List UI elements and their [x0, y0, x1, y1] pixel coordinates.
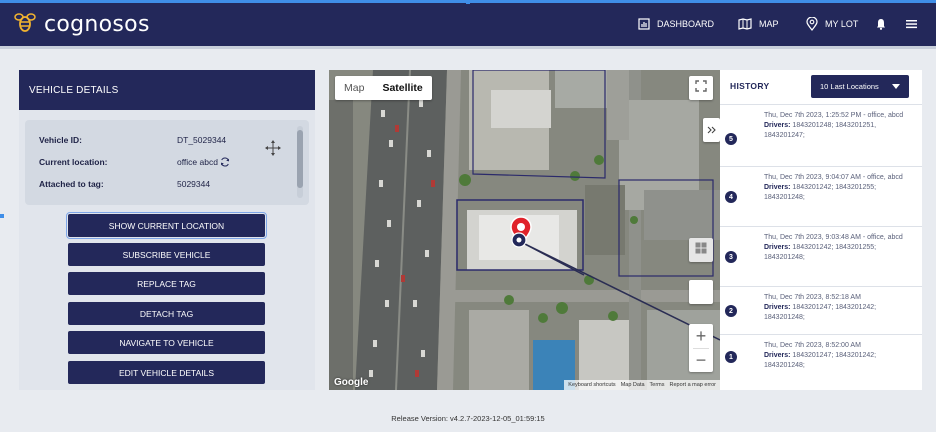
selection-handle-left	[0, 214, 4, 218]
brand-name: cognosos	[44, 11, 150, 37]
nav-map-label: MAP	[759, 19, 779, 29]
street-view-button[interactable]	[689, 280, 713, 304]
move-icon	[265, 140, 281, 161]
detach-tag-button[interactable]: DETACH TAG	[68, 302, 265, 325]
history-item[interactable]: 2 Thu, Dec 7th 2023, 8:52:18 AM Drivers:…	[720, 286, 922, 334]
satellite-map[interactable]: Map Satellite + − Google Keyboard shortc…	[329, 70, 720, 390]
history-item-text: Thu, Dec 7th 2023, 9:03:48 AM - office, …	[764, 233, 916, 263]
nav-my-lot[interactable]: MY LOT	[806, 13, 858, 35]
fullscreen-button[interactable]	[689, 76, 713, 100]
nav-map[interactable]: MAP	[738, 13, 779, 35]
map-icon	[738, 18, 752, 30]
nav-my-lot-label: MY LOT	[825, 19, 859, 29]
history-item-number: 2	[725, 305, 737, 317]
header-divider	[0, 46, 936, 49]
vehicle-details-title: VEHICLE DETAILS	[19, 70, 315, 110]
chevron-down-icon	[892, 84, 900, 89]
history-item-text: Thu, Dec 7th 2023, 9:04:07 AM - office, …	[764, 173, 916, 203]
details-scrollbar[interactable]	[297, 126, 303, 198]
release-version: Release Version: v4.2.7-2023-12-05_01:59…	[391, 414, 545, 423]
history-item-time: Thu, Dec 7th 2023, 8:52:18 AM	[764, 294, 861, 301]
detail-label: Vehicle ID:	[39, 135, 82, 145]
map-type-satellite[interactable]: Satellite	[373, 76, 431, 100]
history-drivers-label: Drivers:	[764, 184, 791, 191]
history-header: HISTORY 10 Last Locations	[720, 70, 922, 104]
history-range-dropdown[interactable]: 10 Last Locations	[811, 75, 909, 98]
layers-grid-icon	[695, 241, 707, 259]
hamburger-menu-icon	[906, 19, 917, 29]
history-item[interactable]: 5 Thu, Dec 7th 2023, 1:25:52 PM - office…	[720, 104, 922, 166]
history-drivers-label: Drivers:	[764, 122, 791, 129]
history-drivers-label: Drivers:	[764, 352, 791, 359]
keyboard-shortcuts-link[interactable]: Keyboard shortcuts	[568, 382, 615, 388]
expand-chevrons-icon	[707, 121, 716, 139]
history-item-time: Thu, Dec 7th 2023, 8:52:00 AM	[764, 342, 861, 349]
detail-label: Attached to tag:	[39, 179, 104, 189]
vehicle-details-panel: VEHICLE DETAILS Vehicle ID: DT_5029344 C…	[19, 70, 315, 390]
refresh-icon[interactable]	[220, 157, 230, 169]
dashboard-icon	[638, 18, 650, 30]
history-item[interactable]: 1 Thu, Dec 7th 2023, 8:52:00 AM Drivers:…	[720, 334, 922, 390]
google-logo: Google	[334, 377, 369, 388]
history-item-number: 3	[725, 251, 737, 263]
vehicle-id-value: DT_5029344	[177, 135, 227, 145]
history-title: HISTORY	[730, 81, 770, 91]
layers-button[interactable]	[689, 238, 713, 262]
menu-button[interactable]	[906, 13, 917, 35]
selection-handle-top	[466, 0, 470, 4]
expand-history-button[interactable]	[703, 118, 720, 142]
vehicle-details-card: Vehicle ID: DT_5029344 Current location:…	[25, 120, 309, 205]
map-attribution: Keyboard shortcuts Map Data Terms Report…	[564, 380, 720, 390]
history-item-time: Thu, Dec 7th 2023, 9:03:48 AM - office, …	[764, 234, 903, 241]
history-item-text: Thu, Dec 7th 2023, 8:52:00 AM Drivers: 1…	[764, 341, 916, 371]
history-range-value: 10 Last Locations	[820, 82, 879, 91]
history-item[interactable]: 3 Thu, Dec 7th 2023, 9:03:48 AM - office…	[720, 226, 922, 286]
nav-dashboard-label: DASHBOARD	[657, 19, 715, 29]
brand-logo[interactable]: cognosos	[12, 9, 150, 39]
map-type-map[interactable]: Map	[335, 76, 373, 100]
terms-link[interactable]: Terms	[650, 382, 665, 388]
history-item-number: 5	[725, 133, 737, 145]
location-pin-icon	[806, 17, 818, 31]
history-item-number: 4	[725, 191, 737, 203]
bell-icon	[876, 18, 886, 30]
history-drivers-label: Drivers:	[764, 244, 791, 251]
edit-vehicle-details-button[interactable]: EDIT VEHICLE DETAILS	[68, 361, 265, 384]
history-drivers-label: Drivers:	[764, 304, 791, 311]
zoom-out-button[interactable]: −	[696, 349, 707, 372]
history-item-text: Thu, Dec 7th 2023, 8:52:18 AM Drivers: 1…	[764, 293, 916, 323]
report-map-error-link[interactable]: Report a map error	[670, 382, 716, 388]
zoom-in-button[interactable]: +	[696, 324, 707, 348]
history-item-number: 1	[725, 351, 737, 363]
history-point-marker[interactable]	[511, 232, 527, 248]
bee-logo-icon	[12, 9, 38, 40]
replace-tag-button[interactable]: REPLACE TAG	[68, 272, 265, 295]
detail-label: Current location:	[39, 157, 108, 167]
history-panel: HISTORY 10 Last Locations 5 Thu, Dec 7th…	[720, 70, 922, 390]
navigate-to-vehicle-button[interactable]: NAVIGATE TO VEHICLE	[68, 331, 265, 354]
nav-dashboard[interactable]: DASHBOARD	[638, 13, 714, 35]
zoom-control: + −	[689, 324, 713, 372]
attached-tag-value: 5029344	[177, 179, 211, 189]
history-item-time: Thu, Dec 7th 2023, 1:25:52 PM - office, …	[764, 112, 904, 119]
show-current-location-button[interactable]: SHOW CURRENT LOCATION	[66, 212, 267, 239]
map-type-toggle: Map Satellite	[335, 76, 432, 100]
history-item[interactable]: 4 Thu, Dec 7th 2023, 9:04:07 AM - office…	[720, 166, 922, 226]
top-nav-bar: cognosos DASHBOARD MAP MY LOT	[0, 0, 936, 46]
fullscreen-icon	[695, 79, 707, 97]
notifications-button[interactable]	[876, 13, 886, 35]
current-location-text: office abcd	[177, 157, 218, 167]
details-scrollbar-thumb[interactable]	[297, 130, 303, 188]
subscribe-vehicle-button[interactable]: SUBSCRIBE VEHICLE	[68, 243, 265, 266]
history-item-text: Thu, Dec 7th 2023, 1:25:52 PM - office, …	[764, 111, 916, 141]
map-data-link[interactable]: Map Data	[621, 382, 645, 388]
history-item-time: Thu, Dec 7th 2023, 9:04:07 AM - office, …	[764, 174, 903, 181]
current-location-value: office abcd	[177, 157, 230, 169]
